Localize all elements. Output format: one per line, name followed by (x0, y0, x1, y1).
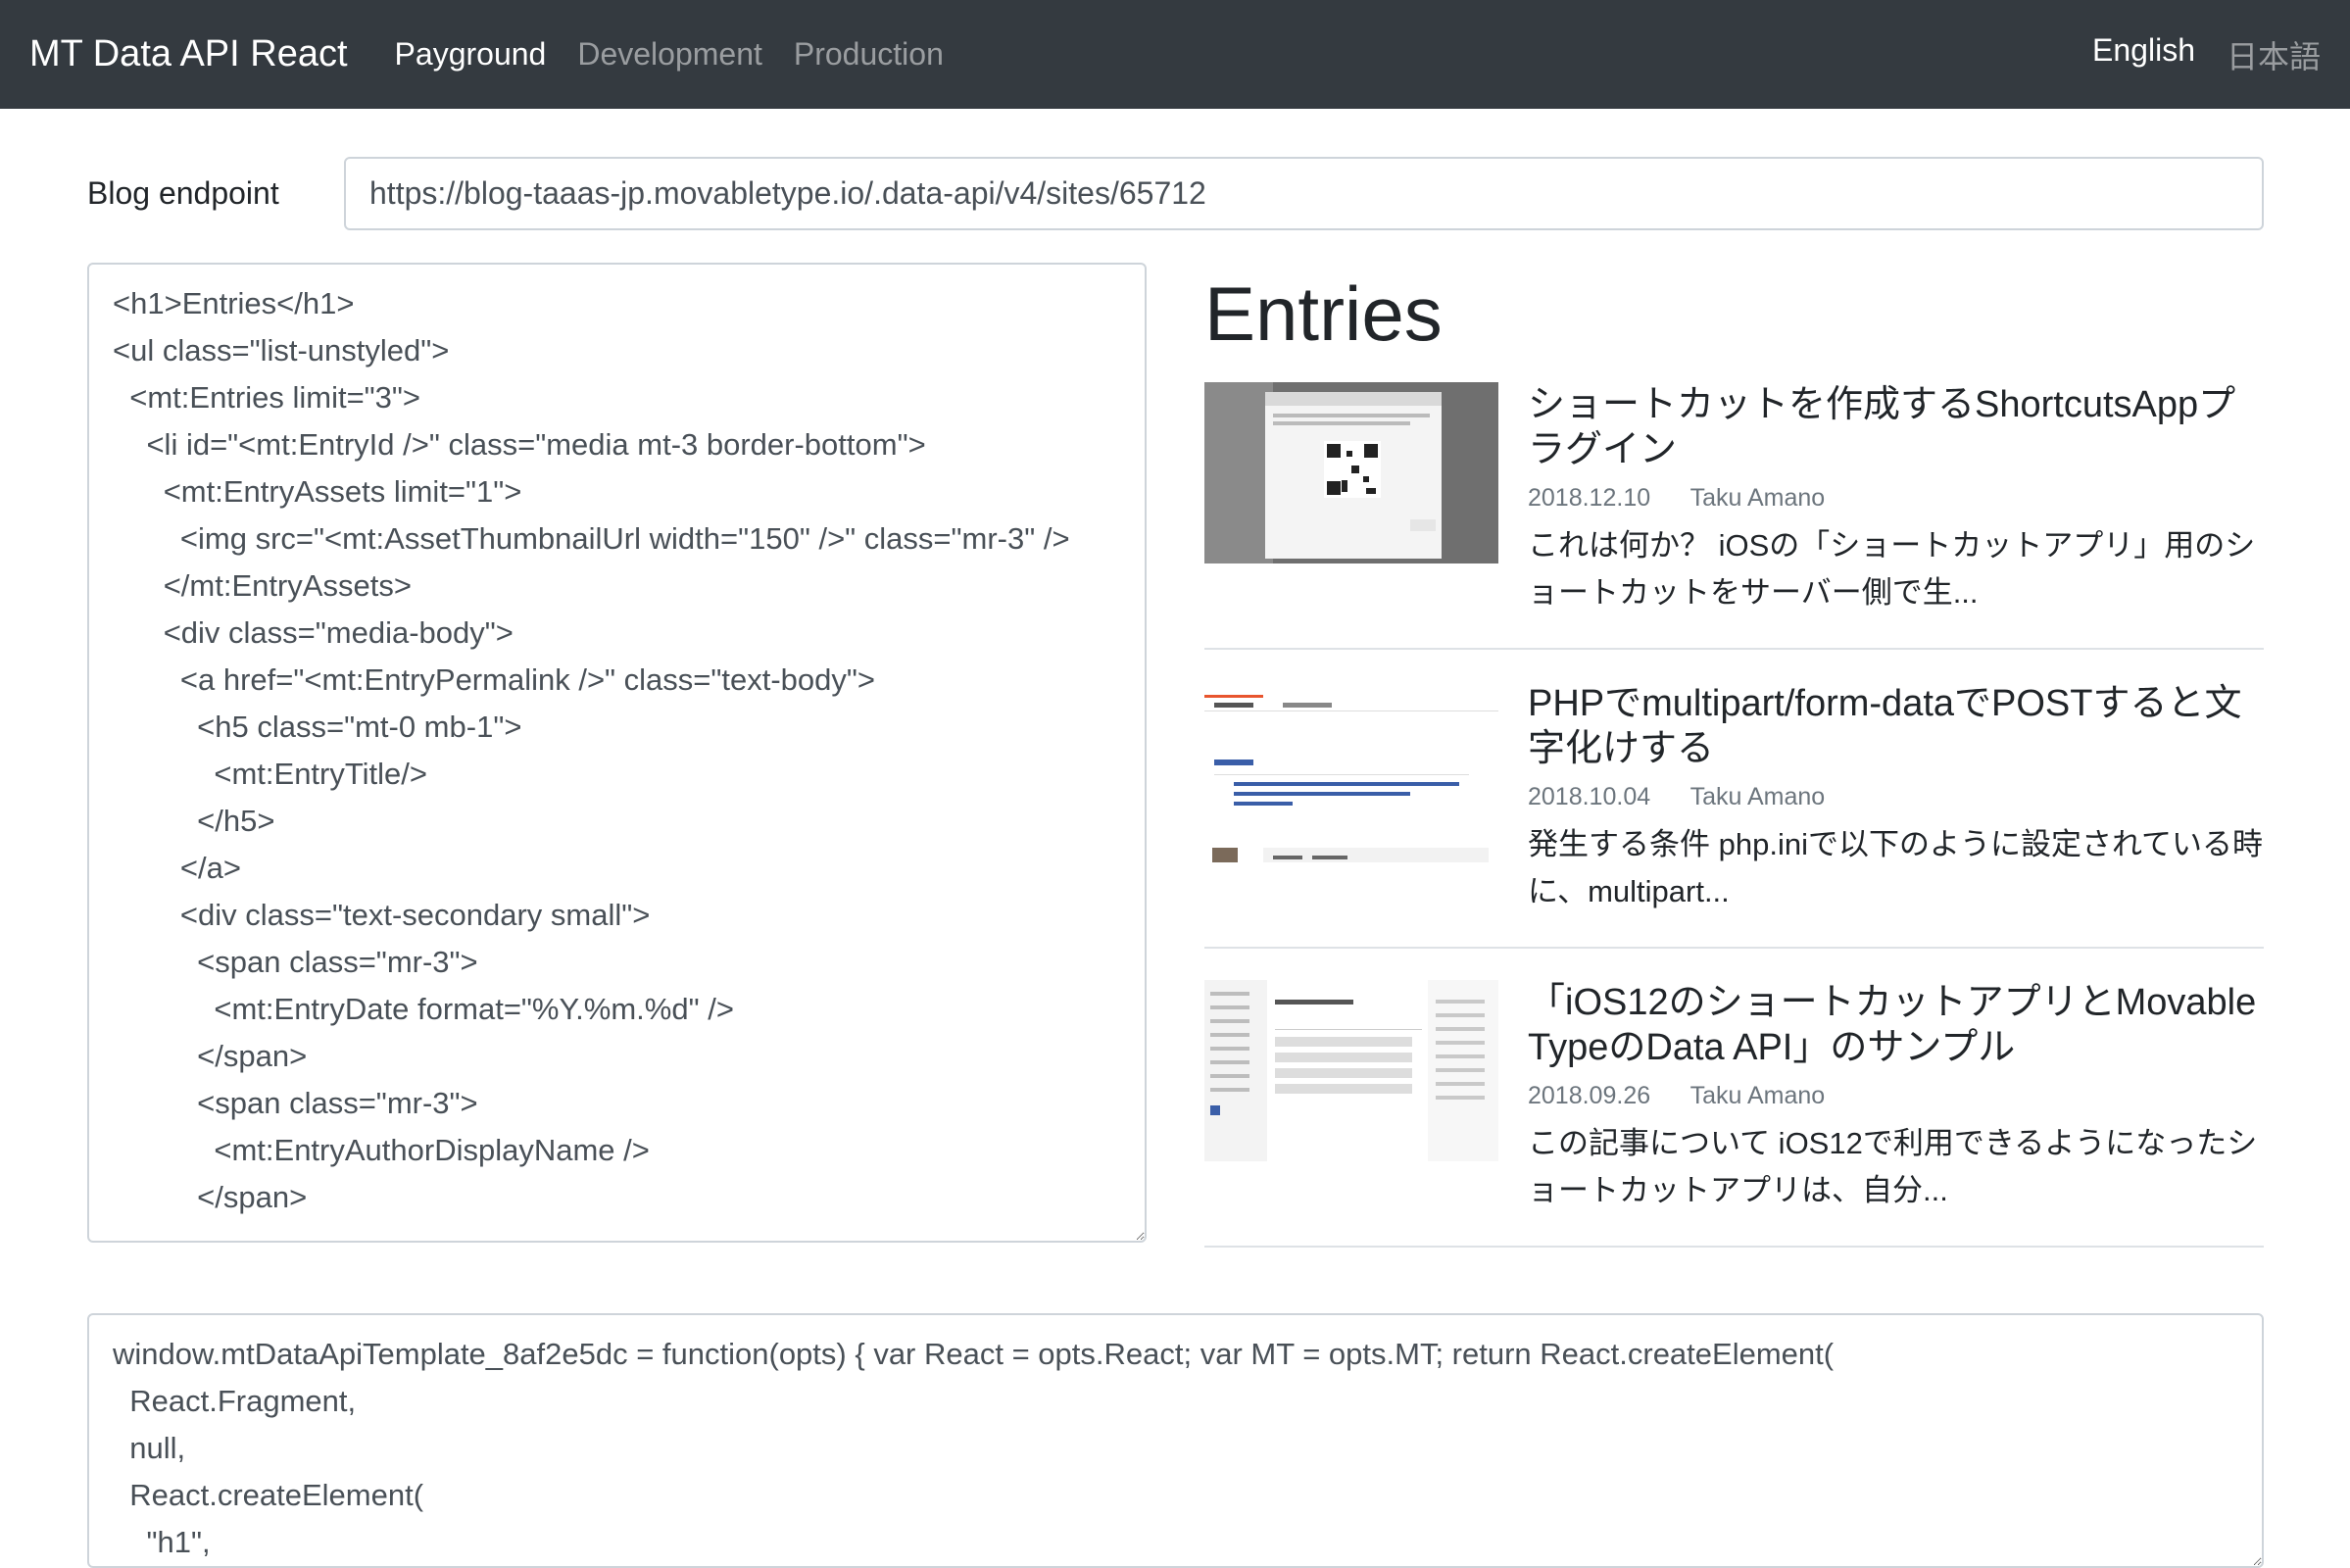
entry-date: 2018.09.26 (1528, 1081, 1651, 1109)
entry-body: PHPでmultipart/form-dataでPOSTすると文字化けする 20… (1528, 681, 2264, 915)
entry-excerpt: 発生する条件 php.iniで以下のように設定されている時に、multipart… (1528, 826, 2264, 908)
entry-meta: 2018.10.04 Taku Amano (1528, 783, 2264, 811)
entry-meta: 2018.09.26 Taku Amano (1528, 1082, 2264, 1110)
entry-meta: 2018.12.10 Taku Amano (1528, 484, 2264, 513)
top-navbar: MT Data API React Payground Development … (0, 0, 2350, 109)
nav-links: Payground Development Production (395, 36, 944, 73)
entry-thumbnail (1204, 680, 1498, 862)
entry-item: ショートカットを作成するShortcutsAppプラグイン 2018.12.10… (1204, 381, 2264, 650)
entry-author: Taku Amano (1689, 1081, 1826, 1109)
entry-title-link[interactable]: PHPでmultipart/form-dataでPOSTすると文字化けする (1528, 681, 2264, 771)
entry-thumbnail (1204, 381, 1498, 564)
entry-excerpt: この記事について iOS12で利用できるようになったショートカットアプリは、自分… (1528, 1125, 2258, 1207)
brand-title[interactable]: MT Data API React (29, 33, 348, 75)
language-japanese-link[interactable]: 日本語 (2227, 32, 2321, 77)
entry-title-link[interactable]: ショートカットを作成するShortcutsAppプラグイン (1528, 382, 2264, 472)
entry-thumbnail (1204, 979, 1498, 1161)
language-english-link[interactable]: English (2092, 32, 2195, 77)
compiled-output[interactable]: window.mtDataApiTemplate_8af2e5dc = func… (87, 1313, 2264, 1568)
language-switcher: English 日本語 (2092, 32, 2321, 77)
entry-title-link[interactable]: 「iOS12のショートカットアプリとMovable TypeのData API」… (1528, 980, 2264, 1070)
entry-author: Taku Amano (1689, 483, 1826, 512)
entry-excerpt: これは何か？ iOSの「ショートカットアプリ」用のショートカットをサーバー側で生… (1528, 527, 2256, 610)
endpoint-label: Blog endpoint (87, 175, 279, 211)
entry-author: Taku Amano (1689, 782, 1826, 810)
entry-item: 「iOS12のショートカットアプリとMovable TypeのData API」… (1204, 979, 2264, 1248)
preview-pane: Entries ショートカットを作成するShortcutsAppプラグイン 20… (1204, 263, 2264, 1279)
template-editor[interactable]: <h1>Entries</h1> <ul class="list-unstyle… (87, 263, 1147, 1243)
nav-link-production[interactable]: Production (794, 36, 944, 73)
endpoint-row: Blog endpoint (87, 157, 2264, 230)
nav-link-playground[interactable]: Payground (395, 36, 547, 73)
entry-body: ショートカットを作成するShortcutsAppプラグイン 2018.12.10… (1528, 382, 2264, 616)
entry-date: 2018.10.04 (1528, 782, 1651, 810)
endpoint-input[interactable] (344, 157, 2264, 230)
entry-body: 「iOS12のショートカットアプリとMovable TypeのData API」… (1528, 980, 2264, 1214)
preview-heading: Entries (1204, 270, 1443, 357)
entry-date: 2018.12.10 (1528, 483, 1651, 512)
nav-link-development[interactable]: Development (577, 36, 762, 73)
entry-item: PHPでmultipart/form-dataでPOSTすると文字化けする 20… (1204, 680, 2264, 949)
